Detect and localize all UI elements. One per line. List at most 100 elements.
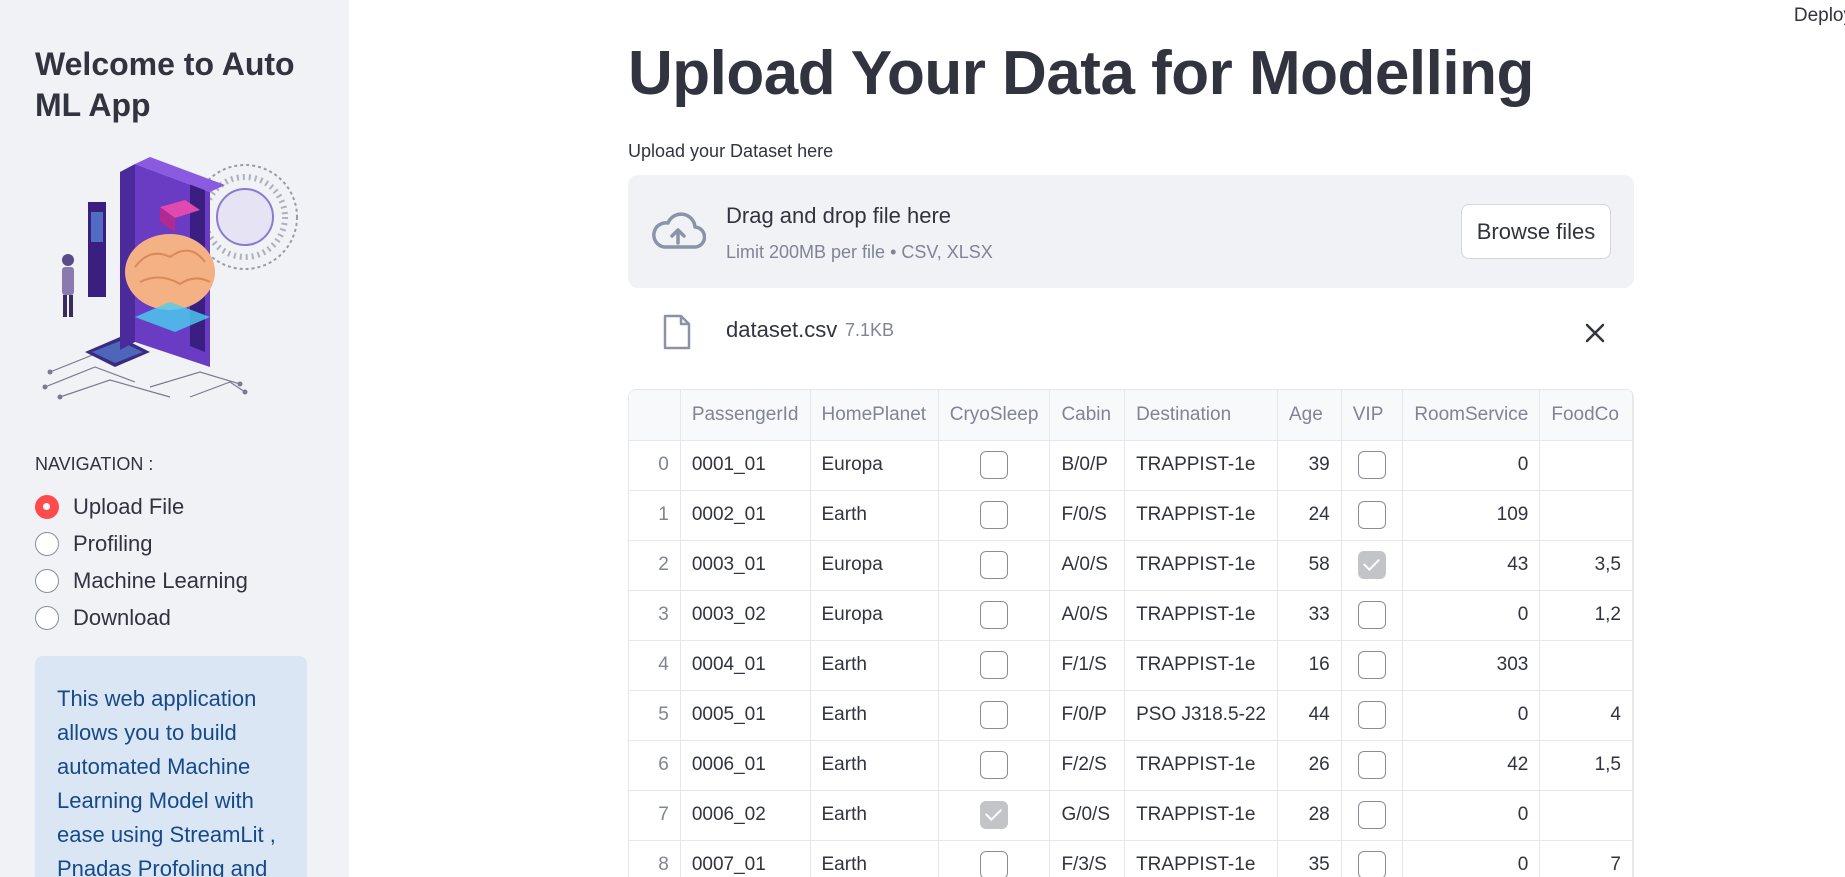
roomservice-cell[interactable]: 0	[1402, 840, 1541, 877]
foodcourt-cell[interactable]: 7	[1539, 840, 1633, 877]
row-index-cell[interactable]: 3	[629, 590, 681, 641]
age-cell[interactable]: 28	[1277, 790, 1342, 841]
passengerid-cell[interactable]: 0003_02	[680, 590, 811, 641]
cabin-cell[interactable]: F/0/S	[1049, 490, 1126, 541]
row-index-cell[interactable]: 2	[629, 540, 681, 591]
homeplanet-cell[interactable]: Europa	[810, 440, 939, 491]
cryosleep-checkbox-cell[interactable]	[938, 590, 1051, 641]
table-row[interactable]: 0 0001_01 Europa B/0/P TRAPPIST-1e 39 0	[629, 440, 1633, 491]
age-cell[interactable]: 58	[1277, 540, 1342, 591]
cabin-cell[interactable]: F/3/S	[1049, 840, 1126, 877]
table-row[interactable]: 7 0006_02 Earth G/0/S TRAPPIST-1e 28 0	[629, 790, 1633, 841]
cryosleep-checkbox-cell[interactable]	[938, 740, 1051, 791]
table-row[interactable]: 4 0004_01 Earth F/1/S TRAPPIST-1e 16 303	[629, 640, 1633, 691]
destination-cell[interactable]: PSO J318.5-22	[1124, 690, 1278, 741]
homeplanet-cell[interactable]: Earth	[810, 490, 939, 541]
vip-checkbox-cell[interactable]	[1341, 790, 1404, 841]
cabin-cell[interactable]: B/0/P	[1049, 440, 1126, 491]
vip-checkbox-cell[interactable]	[1341, 740, 1404, 791]
table-row[interactable]: 3 0003_02 Europa A/0/S TRAPPIST-1e 33 0 1,2	[629, 590, 1633, 641]
close-icon[interactable]	[1584, 322, 1606, 344]
column-header-destination[interactable]: Destination	[1124, 390, 1278, 441]
foodcourt-cell[interactable]: 4	[1539, 690, 1633, 741]
cryosleep-checkbox-cell[interactable]	[938, 640, 1051, 691]
passengerid-cell[interactable]: 0003_01	[680, 540, 811, 591]
age-cell[interactable]: 35	[1277, 840, 1342, 877]
table-row[interactable]: 6 0006_01 Earth F/2/S TRAPPIST-1e 26 42 1,5	[629, 740, 1633, 791]
nav-option-machine-learning[interactable]: Machine Learning	[35, 562, 248, 599]
vip-checkbox-cell[interactable]	[1341, 590, 1404, 641]
roomservice-cell[interactable]: 303	[1402, 640, 1541, 691]
roomservice-cell[interactable]: 109	[1402, 490, 1541, 541]
cryosleep-checkbox-cell[interactable]	[938, 490, 1051, 541]
passengerid-cell[interactable]: 0001_01	[680, 440, 811, 491]
vip-checkbox-cell[interactable]	[1341, 540, 1404, 591]
passengerid-cell[interactable]: 0002_01	[680, 490, 811, 541]
homeplanet-cell[interactable]: Earth	[810, 840, 939, 877]
row-index-cell[interactable]: 5	[629, 690, 681, 741]
browse-files-button[interactable]: Browse files	[1461, 204, 1611, 259]
file-dropzone[interactable]: Drag and drop file here Limit 200MB per …	[628, 175, 1634, 288]
age-cell[interactable]: 24	[1277, 490, 1342, 541]
homeplanet-cell[interactable]: Earth	[810, 690, 939, 741]
radio-unselected-icon[interactable]	[35, 531, 59, 556]
foodcourt-cell[interactable]	[1539, 490, 1633, 541]
column-header-foodcourt[interactable]: FoodCo	[1539, 390, 1633, 441]
foodcourt-cell[interactable]	[1539, 790, 1633, 841]
foodcourt-cell[interactable]: 3,5	[1539, 540, 1633, 591]
roomservice-cell[interactable]: 0	[1402, 440, 1541, 491]
destination-cell[interactable]: TRAPPIST-1e	[1124, 440, 1278, 491]
cryosleep-checkbox-cell[interactable]	[938, 840, 1051, 877]
passengerid-cell[interactable]: 0006_02	[680, 790, 811, 841]
roomservice-cell[interactable]: 43	[1402, 540, 1541, 591]
age-cell[interactable]: 16	[1277, 640, 1342, 691]
row-index-cell[interactable]: 8	[629, 840, 681, 877]
deploy-button[interactable]: Deploy	[1794, 5, 1845, 27]
age-cell[interactable]: 44	[1277, 690, 1342, 741]
passengerid-cell[interactable]: 0005_01	[680, 690, 811, 741]
nav-option-profiling[interactable]: Profiling	[35, 525, 248, 562]
nav-option-download[interactable]: Download	[35, 599, 248, 636]
destination-cell[interactable]: TRAPPIST-1e	[1124, 740, 1278, 791]
vip-checkbox-cell[interactable]	[1341, 490, 1404, 541]
column-header-roomservice[interactable]: RoomService	[1402, 390, 1541, 441]
destination-cell[interactable]: TRAPPIST-1e	[1124, 840, 1278, 877]
homeplanet-cell[interactable]: Earth	[810, 740, 939, 791]
table-row[interactable]: 1 0002_01 Earth F/0/S TRAPPIST-1e 24 109	[629, 490, 1633, 541]
foodcourt-cell[interactable]: 1,2	[1539, 590, 1633, 641]
cabin-cell[interactable]: G/0/S	[1049, 790, 1126, 841]
column-header-cabin[interactable]: Cabin	[1049, 390, 1126, 441]
passengerid-cell[interactable]: 0007_01	[680, 840, 811, 877]
vip-checkbox-cell[interactable]	[1341, 840, 1404, 877]
row-index-cell[interactable]: 6	[629, 740, 681, 791]
cryosleep-checkbox-cell[interactable]	[938, 440, 1051, 491]
age-cell[interactable]: 39	[1277, 440, 1342, 491]
vip-checkbox-cell[interactable]	[1341, 440, 1404, 491]
cryosleep-checkbox-cell[interactable]	[938, 690, 1051, 741]
roomservice-cell[interactable]: 0	[1402, 590, 1541, 641]
cryosleep-checkbox-cell[interactable]	[938, 540, 1051, 591]
homeplanet-cell[interactable]: Europa	[810, 590, 939, 641]
destination-cell[interactable]: TRAPPIST-1e	[1124, 790, 1278, 841]
cabin-cell[interactable]: A/0/S	[1049, 540, 1126, 591]
vip-checkbox-cell[interactable]	[1341, 690, 1404, 741]
column-header-cryosleep[interactable]: CryoSleep	[938, 390, 1051, 441]
row-index-cell[interactable]: 4	[629, 640, 681, 691]
homeplanet-cell[interactable]: Europa	[810, 540, 939, 591]
passengerid-cell[interactable]: 0004_01	[680, 640, 811, 691]
row-index-cell[interactable]: 0	[629, 440, 681, 491]
table-row[interactable]: 5 0005_01 Earth F/0/P PSO J318.5-22 44 0 4	[629, 690, 1633, 741]
roomservice-cell[interactable]: 0	[1402, 690, 1541, 741]
column-header-age[interactable]: Age	[1277, 390, 1342, 441]
row-index-cell[interactable]: 7	[629, 790, 681, 841]
cabin-cell[interactable]: F/0/P	[1049, 690, 1126, 741]
foodcourt-cell[interactable]	[1539, 640, 1633, 691]
dataframe-table[interactable]: PassengerId HomePlanet CryoSleep Cabin D…	[628, 389, 1634, 877]
destination-cell[interactable]: TRAPPIST-1e	[1124, 640, 1278, 691]
homeplanet-cell[interactable]: Earth	[810, 640, 939, 691]
cryosleep-checkbox-cell[interactable]	[938, 790, 1051, 841]
destination-cell[interactable]: TRAPPIST-1e	[1124, 490, 1278, 541]
passengerid-cell[interactable]: 0006_01	[680, 740, 811, 791]
destination-cell[interactable]: TRAPPIST-1e	[1124, 540, 1278, 591]
table-row[interactable]: 8 0007_01 Earth F/3/S TRAPPIST-1e 35 0 7	[629, 840, 1633, 877]
